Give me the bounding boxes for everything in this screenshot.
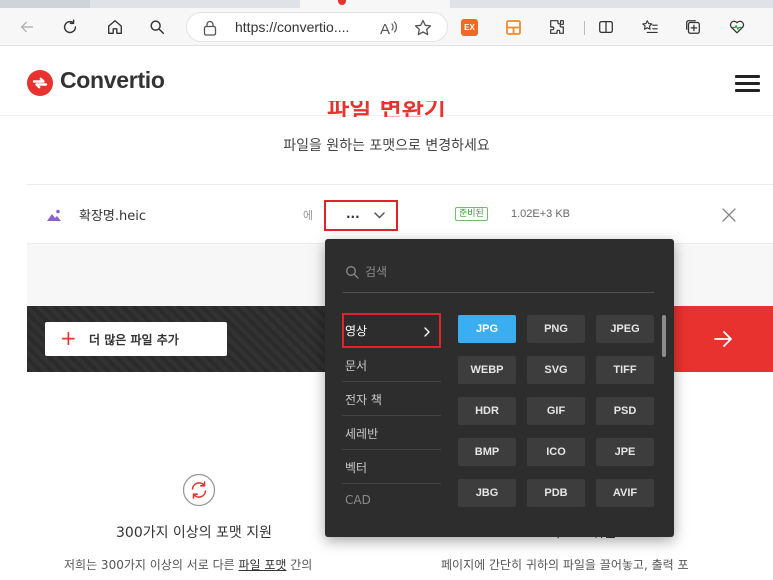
category-label: 문서 [345, 359, 368, 373]
menu-button[interactable] [735, 75, 760, 93]
browser-essentials-button[interactable] [724, 14, 750, 40]
category-image[interactable]: 영상 [342, 313, 441, 348]
hamburger-line [735, 75, 760, 78]
refresh-icon [63, 19, 77, 34]
logo-text[interactable]: Convertio [60, 67, 165, 94]
page-title-text: 파일 변환기 [327, 101, 446, 117]
category-label: 세레반 [345, 427, 379, 441]
category-presentation[interactable]: 세레반 [342, 416, 441, 450]
split-screen-icon [599, 20, 613, 34]
category-list: 영상 문서 전자 책 세레반 벡터 CAD [342, 313, 441, 518]
toolbar-separator [584, 21, 585, 35]
browser-tab-inactive[interactable] [0, 0, 90, 8]
refresh-button[interactable] [57, 14, 83, 40]
add-more-files-button[interactable]: + 더 많은 파일 추가 [45, 322, 227, 356]
format-option-png[interactable]: PNG [527, 315, 585, 343]
format-option-psd[interactable]: PSD [596, 397, 654, 425]
address-bar[interactable]: https://convertio.... A [186, 12, 448, 42]
svg-text:A: A [380, 21, 390, 37]
collections-icon [686, 20, 700, 34]
extension-layout-icon[interactable] [505, 19, 522, 36]
home-button[interactable] [102, 14, 128, 40]
read-aloud-icon[interactable]: A [379, 19, 399, 37]
feature-title-formats: 300가지 이상의 포맷 지원 [116, 525, 272, 541]
category-vector[interactable]: 벡터 [342, 450, 441, 484]
format-dropdown: 검색 영상 문서 전자 책 세레반 벡터 CAD JPG PNG JPEG WE… [325, 239, 674, 537]
category-label: 벡터 [345, 461, 368, 475]
plus-icon: + [60, 326, 77, 350]
arrow-right-icon [714, 331, 732, 347]
format-option-pdb[interactable]: PDB [527, 479, 585, 507]
category-label: 영상 [345, 324, 368, 338]
category-document[interactable]: 문서 [342, 348, 441, 382]
format-select[interactable]: ... [324, 200, 398, 231]
chevron-down-icon [374, 212, 385, 219]
address-url[interactable]: https://convertio.... [235, 19, 349, 35]
feature-desc-fast: 페이지에 간단히 귀하의 파일을 끌어놓고, 출력 포 [441, 558, 689, 572]
chevron-right-icon [424, 327, 430, 337]
dropdown-scrollbar[interactable] [662, 315, 666, 357]
lock-icon[interactable] [203, 20, 217, 36]
favorite-star-icon[interactable] [413, 18, 433, 38]
file-formats-link[interactable]: 파일 포맷 [238, 558, 286, 572]
format-option-gif[interactable]: GIF [527, 397, 585, 425]
to-label: 에 [303, 209, 314, 222]
format-option-jpg[interactable]: JPG [458, 315, 516, 343]
puzzle-icon [550, 20, 564, 34]
tab-strip [0, 0, 773, 8]
convertio-logo-icon[interactable] [26, 69, 54, 97]
format-option-webp[interactable]: WEBP [458, 356, 516, 384]
format-option-bmp[interactable]: BMP [458, 438, 516, 466]
back-arrow-icon [20, 21, 34, 33]
browser-toolbar: https://convertio.... A EX [0, 8, 773, 46]
file-row: 확장명.heic 에 ... 준비된 1.02E+3 KB [27, 184, 773, 244]
file-size: 1.02E+3 KB [511, 208, 571, 220]
back-button[interactable] [14, 14, 40, 40]
search-icon [150, 20, 165, 35]
category-cad[interactable]: CAD [342, 484, 441, 518]
extensions-button[interactable] [544, 14, 570, 40]
feature-desc-formats: 저희는 300가지 이상의 서로 다른 파일 포맷 간의 [64, 556, 312, 573]
convert-button[interactable] [672, 306, 773, 372]
page-subtitle: 파일을 원하는 포맷으로 변경하세요 [283, 138, 490, 154]
status-badge: 준비된 [455, 207, 488, 221]
split-screen-button[interactable] [593, 14, 619, 40]
search-icon [346, 266, 359, 279]
add-more-files-label: 더 많은 파일 추가 [89, 333, 179, 347]
format-option-jbg[interactable]: JBG [458, 479, 516, 507]
extension-ex-icon[interactable]: EX [461, 19, 478, 36]
collections-button[interactable] [680, 14, 706, 40]
format-search-placeholder[interactable]: 검색 [365, 263, 387, 280]
format-option-ico[interactable]: ICO [527, 438, 585, 466]
hamburger-line [735, 82, 760, 85]
format-option-avif[interactable]: AVIF [596, 479, 654, 507]
favorites-list-icon [642, 20, 658, 33]
format-option-jpeg[interactable]: JPEG [596, 315, 654, 343]
browser-tab-active[interactable] [300, 0, 450, 8]
image-file-icon [47, 209, 61, 221]
search-button[interactable] [144, 14, 170, 40]
home-icon [108, 20, 122, 34]
category-label: 전자 책 [345, 393, 382, 407]
hamburger-line [735, 89, 760, 92]
feature-desc-text: 저희는 300가지 이상의 서로 다른 [64, 558, 239, 572]
layout-icon [506, 20, 521, 35]
format-option-hdr[interactable]: HDR [458, 397, 516, 425]
category-ebook[interactable]: 전자 책 [342, 382, 441, 416]
format-select-value: ... [346, 207, 360, 221]
format-option-svg[interactable]: SVG [527, 356, 585, 384]
close-icon[interactable] [721, 207, 737, 223]
favorites-button[interactable] [637, 14, 663, 40]
page-title: 파일 변환기 [0, 101, 773, 117]
format-option-jpe[interactable]: JPE [596, 438, 654, 466]
convert-feature-icon [182, 473, 216, 507]
heart-pulse-icon [729, 20, 745, 34]
format-option-tiff[interactable]: TIFF [596, 356, 654, 384]
file-name: 확장명.heic [79, 209, 147, 224]
category-label: CAD [345, 493, 371, 507]
feature-desc-text: 간의 [286, 558, 313, 572]
format-search[interactable]: 검색 [343, 257, 654, 293]
